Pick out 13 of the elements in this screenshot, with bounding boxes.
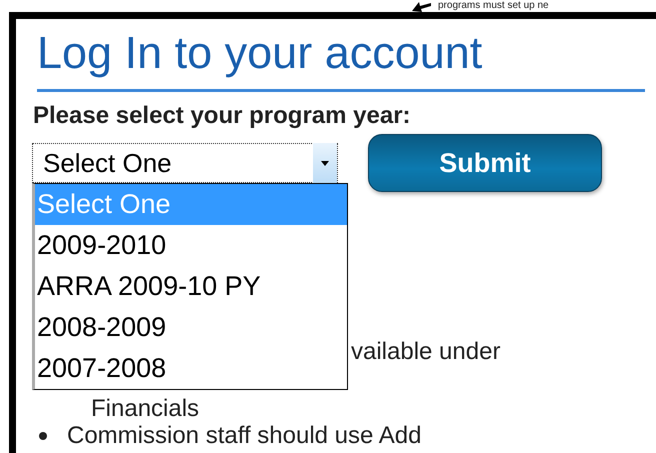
dropdown-option[interactable]: ARRA 2009-10 PY: [35, 266, 347, 307]
bullet-text: Commission staff should use Add: [67, 422, 422, 450]
dropdown-option[interactable]: 2008-2009: [35, 307, 347, 348]
prompt-label: Please select your program year:: [33, 102, 412, 130]
annotation-text: programs must set up ne: [438, 0, 549, 11]
dropdown-option[interactable]: 2009-2010: [35, 225, 347, 266]
submit-button[interactable]: Submit: [368, 134, 602, 192]
page-heading: Log In to your account: [37, 27, 645, 92]
caret-icon: [321, 160, 329, 166]
dropdown-option[interactable]: 2007-2008: [35, 348, 347, 389]
bullet-text: vailable under: [351, 338, 500, 366]
bullet-text: Financials: [91, 394, 200, 422]
program-year-select[interactable]: Select One: [32, 143, 338, 183]
